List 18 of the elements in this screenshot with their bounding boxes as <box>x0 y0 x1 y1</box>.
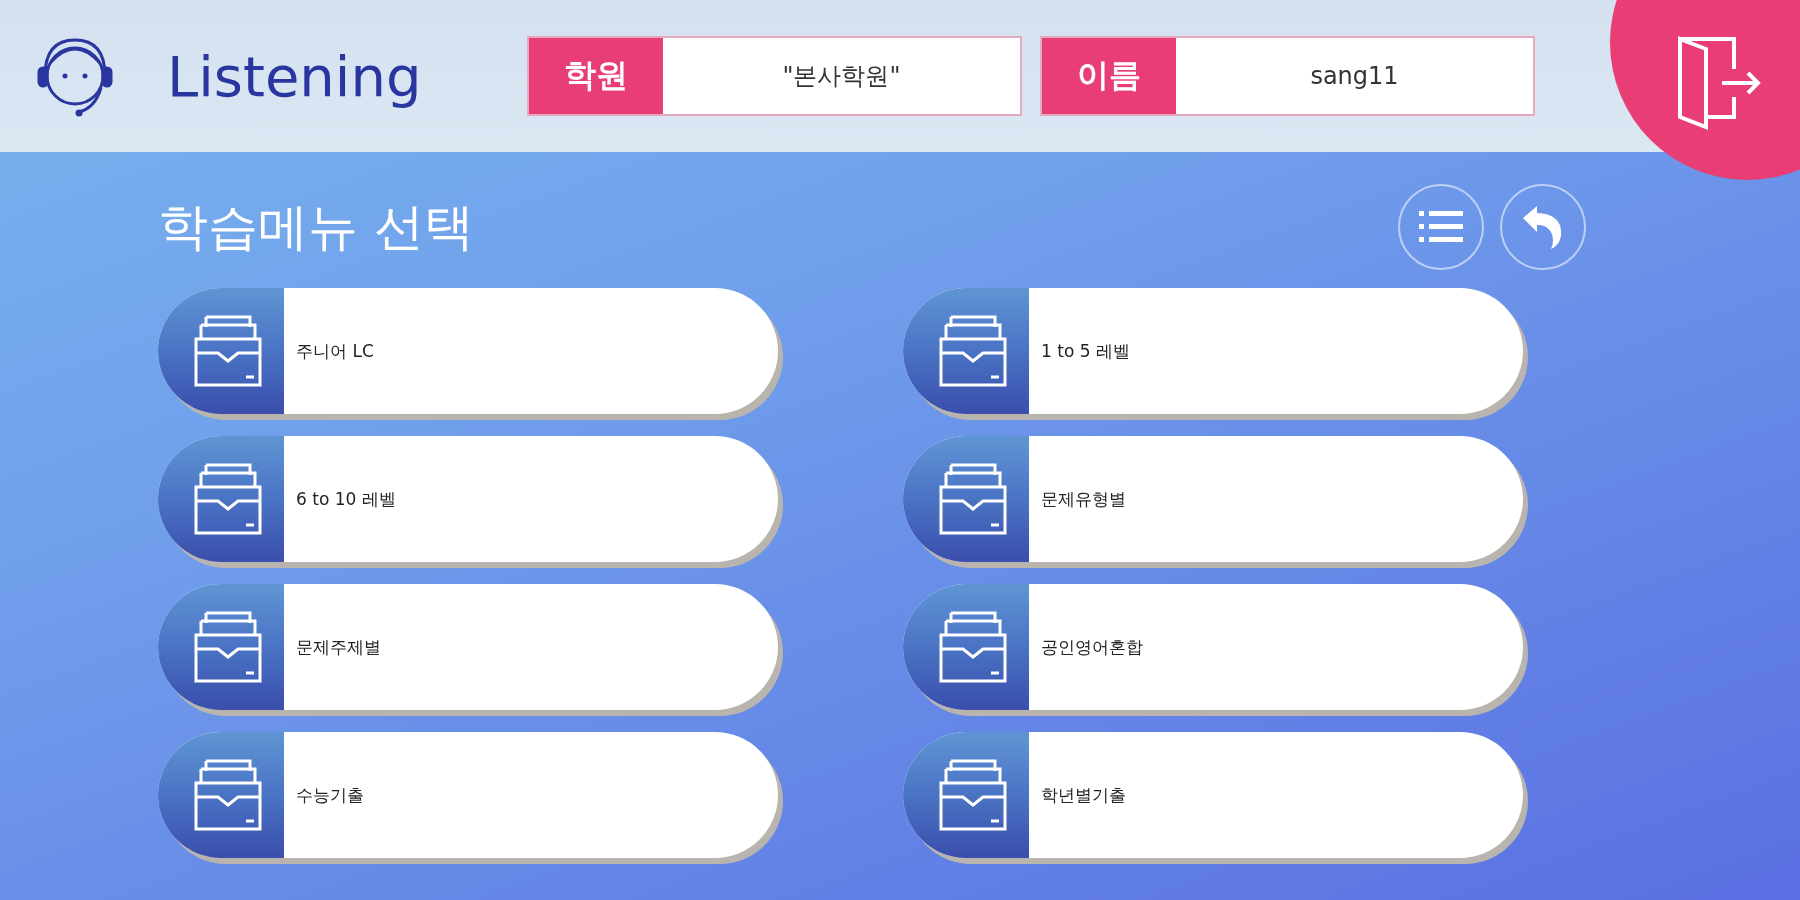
drawer-icon <box>937 313 1009 389</box>
field-value: "본사학원" <box>781 61 902 92</box>
exit-door-icon <box>1676 35 1762 131</box>
field-value: sang11 <box>1309 61 1400 92</box>
list-button[interactable] <box>1398 184 1484 270</box>
page-title: 학습메뉴 선택 <box>158 196 475 258</box>
drawer-icon <box>192 461 264 537</box>
field-label: 이름 <box>1042 38 1176 114</box>
drawer-icon <box>937 609 1009 685</box>
drawer-icon <box>192 757 264 833</box>
field-label: 학원 <box>529 38 663 114</box>
drawer-icon <box>192 609 264 685</box>
drawer-icon <box>192 313 264 389</box>
app-title: Listening <box>167 43 423 109</box>
list-icon <box>1419 209 1463 245</box>
back-button[interactable] <box>1500 184 1586 270</box>
drawer-icon <box>937 757 1009 833</box>
drawer-icon <box>937 461 1009 537</box>
